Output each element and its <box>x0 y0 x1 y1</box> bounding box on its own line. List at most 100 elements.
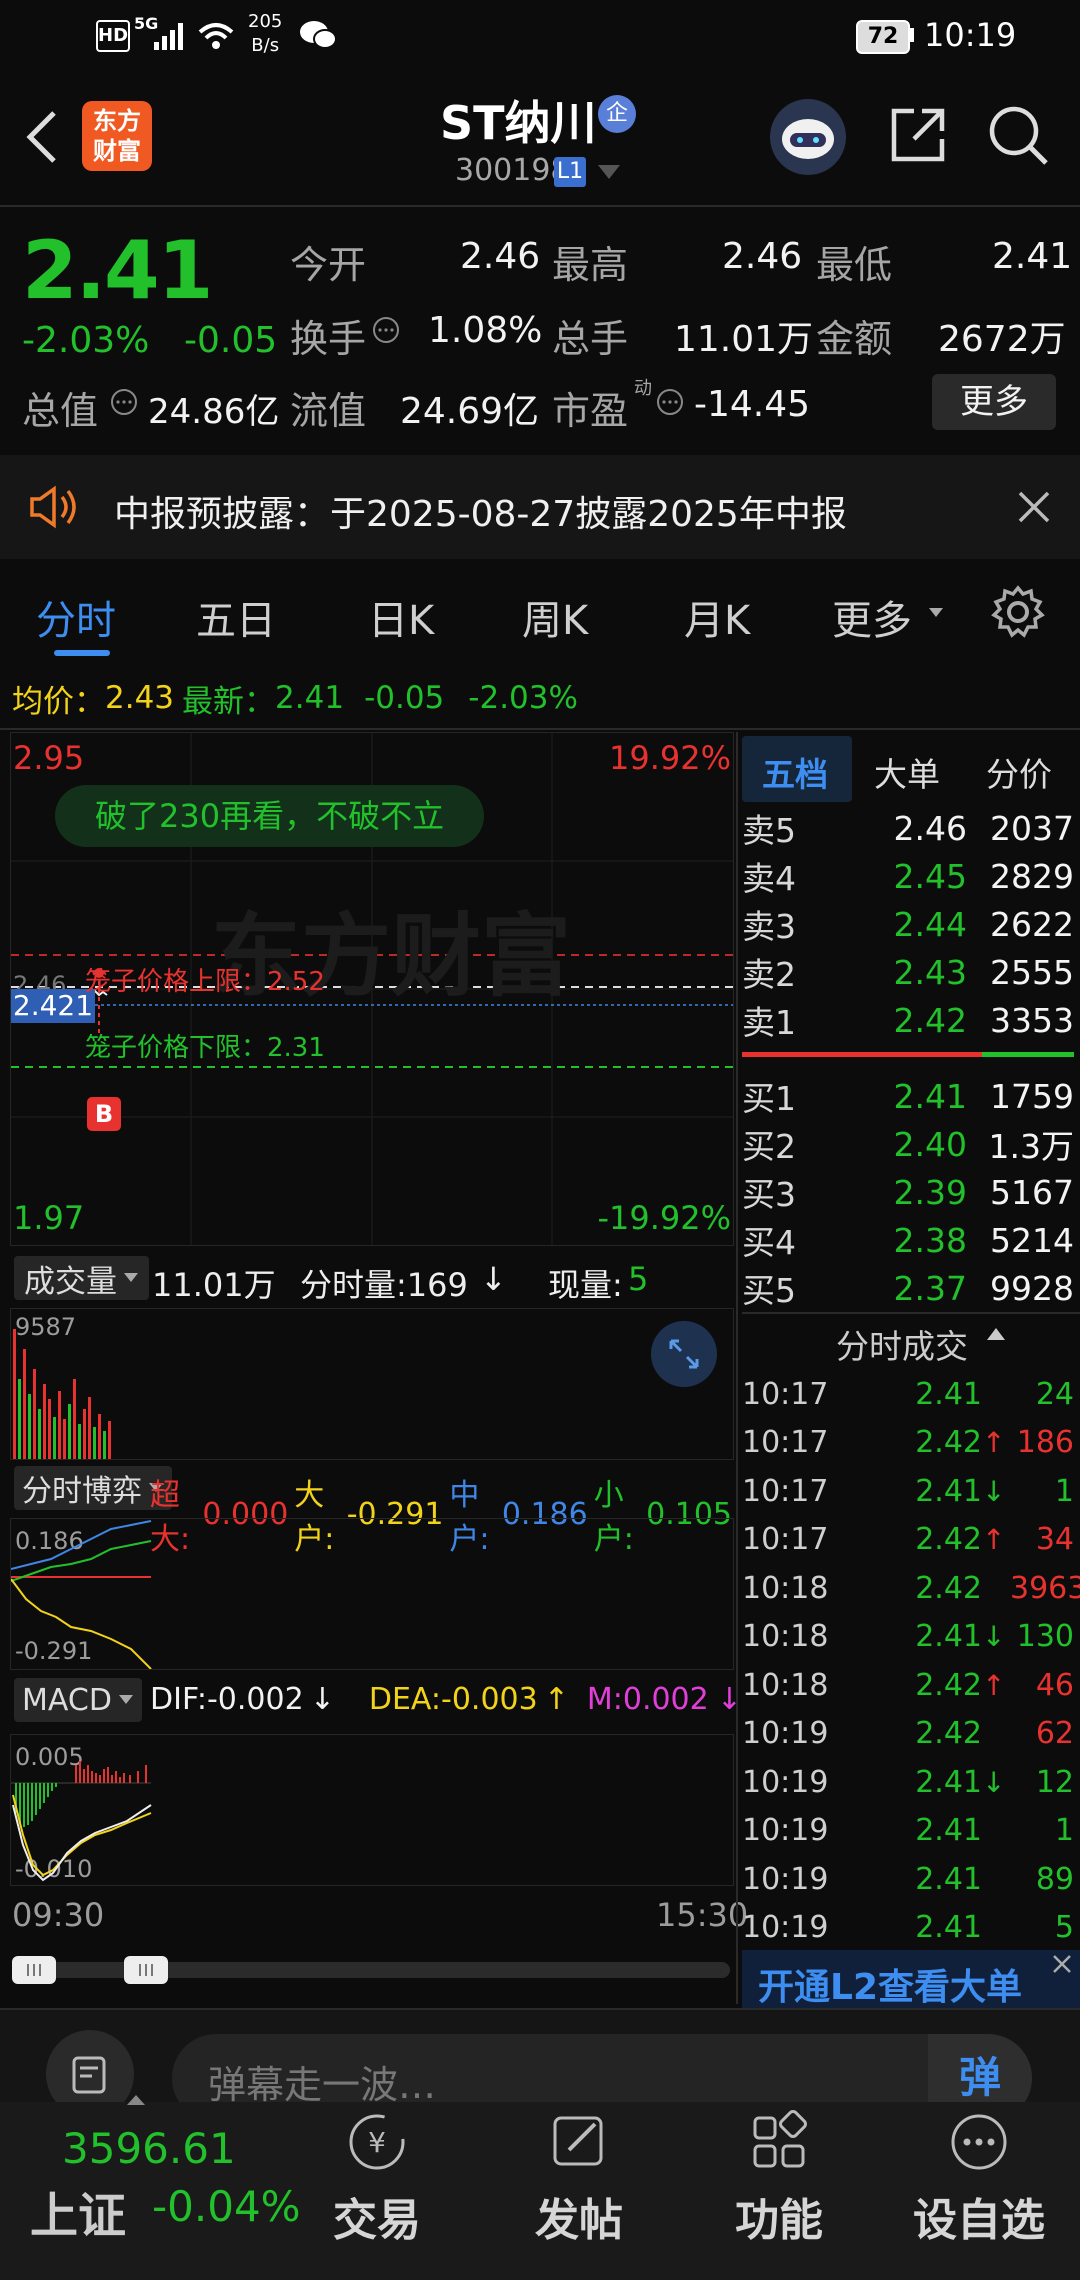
caret-up-icon[interactable] <box>986 1326 1006 1346</box>
high-label: 最高 <box>552 243 629 287</box>
nav-post[interactable]: 发帖 <box>494 2110 664 2248</box>
trade-row: 10:17 2.41 24 <box>742 1370 1074 1418</box>
status-bar: HD 5G 205 B/s 72 10:19 <box>0 0 1080 70</box>
level-label: 买2 <box>742 1127 796 1166</box>
trade-time: 10:17 <box>742 1425 829 1460</box>
trade-volume: 89 <box>1035 1861 1074 1897</box>
pe-label: 市盈 <box>552 389 629 433</box>
index-value[interactable]: 3596.61 <box>62 2124 236 2173</box>
level-volume: 1.3万 <box>988 1127 1074 1166</box>
info-icon[interactable] <box>110 388 138 420</box>
tab-five-levels[interactable]: 五档 <box>762 748 828 796</box>
nav-watchlist[interactable]: 设自选 <box>894 2110 1064 2248</box>
more-button[interactable]: 更多 <box>932 374 1056 430</box>
trades-title[interactable]: 分时成交 <box>836 1320 968 1368</box>
tab-big-orders[interactable]: 大单 <box>874 748 940 796</box>
pct-bottom-label: -19.92% <box>597 1199 731 1237</box>
mktcap-value: 24.86亿 <box>148 392 280 432</box>
share-icon[interactable] <box>886 103 950 171</box>
close-icon[interactable] <box>1048 1950 1076 1982</box>
trade-price: 2.42 <box>915 1570 982 1606</box>
level-volume: 9928 <box>990 1268 1074 1308</box>
tab-more[interactable]: 更多 <box>832 588 912 646</box>
level-volume: 2037 <box>990 808 1074 848</box>
comment-bubble[interactable]: 破了230再看，不破不立 <box>55 785 485 847</box>
expand-icon[interactable] <box>651 1321 717 1387</box>
tab-price-distribution[interactable]: 分价 <box>986 748 1052 796</box>
current-price-tag: 2.421 <box>11 989 95 1023</box>
battery-tip <box>910 28 914 42</box>
buy-level-row[interactable]: 买5 2.37 9928 <box>742 1264 1074 1312</box>
tab-monthly-k[interactable]: 月K <box>684 588 750 646</box>
macd-selector[interactable]: MACD <box>14 1678 142 1722</box>
index-change: -0.04% <box>152 2182 301 2231</box>
trade-row: 10:19 2.41 5 <box>742 1904 1074 1952</box>
close-icon[interactable] <box>1016 489 1052 529</box>
info-icon[interactable] <box>656 388 684 420</box>
chevron-down-icon <box>118 1695 133 1704</box>
level-price: 2.39 <box>893 1172 967 1212</box>
tab-more-caret-icon <box>928 604 944 623</box>
back-icon[interactable] <box>20 105 64 173</box>
battery-icon: 72 <box>856 20 910 54</box>
nav-trade[interactable]: ¥ 交易 <box>292 2110 462 2248</box>
trade-volume: 46 <box>1035 1667 1074 1703</box>
nav-post-label: 发帖 <box>535 2195 623 2246</box>
volume-chart[interactable]: 9587 <box>10 1308 734 1460</box>
edit-icon <box>553 2116 603 2166</box>
tab-five-day[interactable]: 五日 <box>196 588 276 646</box>
info-icon[interactable] <box>372 316 400 348</box>
avg-value: 2.43 <box>105 680 175 716</box>
trade-price: 2.41 <box>915 1619 982 1654</box>
level-badge[interactable]: L1 <box>554 157 586 187</box>
search-icon[interactable] <box>986 103 1052 173</box>
sell-level-row[interactable]: 卖3 2.44 2622 <box>742 900 1074 948</box>
level-label: 卖3 <box>742 907 796 946</box>
tab-daily-k[interactable]: 日K <box>368 588 434 646</box>
dea-value: DEA:-0.003 <box>368 1682 538 1717</box>
trade-volume: 62 <box>1035 1716 1074 1751</box>
tab-weekly-k[interactable]: 周K <box>522 588 588 646</box>
trade-price: 2.41 <box>915 1910 982 1945</box>
trade-arrow-icon: ↓ <box>982 1474 1006 1508</box>
level-volume: 5214 <box>990 1220 1074 1260</box>
level-price: 2.46 <box>893 808 967 848</box>
volume-selector[interactable]: 成交量 <box>14 1256 149 1300</box>
open-value: 2.46 <box>460 236 541 277</box>
gear-icon[interactable] <box>990 584 1046 644</box>
trade-time: 10:17 <box>742 1473 829 1509</box>
price-chart[interactable]: 东方财富 2.95 19.92% 1.97 -19.92% 破了230再看，不破… <box>10 732 734 1246</box>
notice-bar[interactable]: 中报预披露：于2025-08-27披露2025年中报 <box>0 455 1080 559</box>
nav-functions[interactable]: 功能 <box>694 2110 864 2248</box>
index-name[interactable]: 上证 <box>30 2176 126 2246</box>
more-dots-icon <box>951 2114 1007 2170</box>
level-label: 卖2 <box>742 955 796 994</box>
game-selector[interactable]: 分时博弈 <box>14 1466 172 1510</box>
buy-level-row[interactable]: 买4 2.38 5214 <box>742 1216 1074 1264</box>
range-handle-left[interactable] <box>12 1956 56 1984</box>
chevron-down-icon[interactable] <box>596 163 622 185</box>
buy-marker[interactable]: B <box>87 1097 121 1131</box>
macd-chart[interactable]: 0.005 -0.010 <box>10 1734 734 1886</box>
game-chart[interactable]: 0.186 -0.291 <box>10 1518 734 1670</box>
robot-assistant-icon[interactable] <box>770 99 846 175</box>
sell-level-row[interactable]: 卖1 2.42 3353 <box>742 996 1074 1044</box>
tab-intraday[interactable]: 分时 <box>36 588 116 646</box>
trade-row: 10:18 2.41 ↓ 130 <box>742 1613 1074 1661</box>
l2-banner[interactable]: 开通L2查看大单 <box>742 1950 1080 2008</box>
buy-level-row[interactable]: 买3 2.39 5167 <box>742 1168 1074 1216</box>
buy-level-row[interactable]: 买2 2.40 1.3万 <box>742 1120 1074 1168</box>
game-selector-label: 分时博弈 <box>22 1474 142 1509</box>
app-logo[interactable]: 东方 财富 <box>82 101 152 171</box>
buy-level-row[interactable]: 买1 2.41 1759 <box>742 1072 1074 1120</box>
time-start: 09:30 <box>12 1896 105 1934</box>
float-value: 24.69亿 <box>400 391 540 432</box>
level-price: 2.44 <box>893 904 967 944</box>
sell-level-row[interactable]: 卖2 2.43 2555 <box>742 948 1074 996</box>
range-scrollbar[interactable] <box>12 1962 730 1978</box>
speed-unit: B/s <box>251 35 280 56</box>
range-handle-right[interactable] <box>124 1956 168 1984</box>
sell-level-row[interactable]: 卖4 2.45 2829 <box>742 852 1074 900</box>
sell-level-row[interactable]: 卖5 2.46 2037 <box>742 804 1074 852</box>
trade-volume: 5 <box>1054 1910 1074 1945</box>
